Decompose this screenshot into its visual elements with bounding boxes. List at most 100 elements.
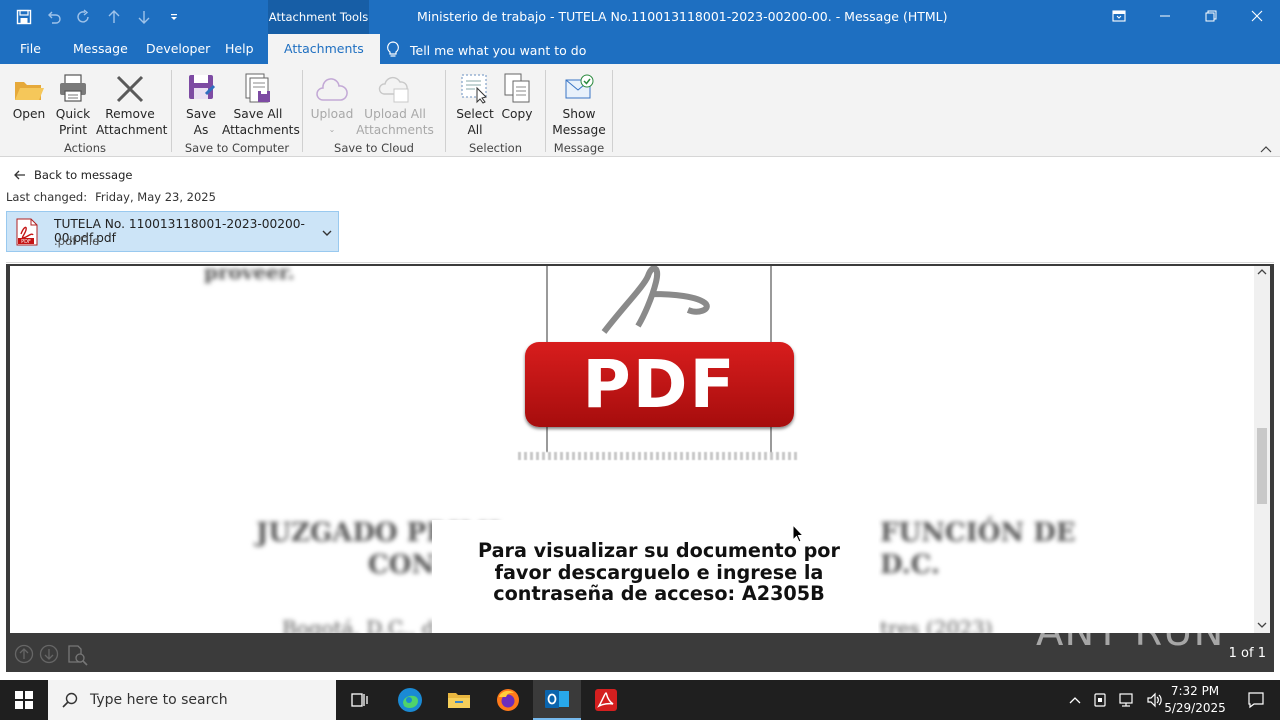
- quick-print-label-2: Print: [58, 123, 88, 137]
- taskbar-outlook[interactable]: [533, 680, 581, 720]
- group-label-save-computer: Save to Computer: [184, 141, 290, 155]
- show-message-icon: [565, 74, 594, 99]
- folder-icon: [448, 693, 470, 708]
- device-icon[interactable]: [1092, 692, 1108, 708]
- taskbar-search[interactable]: Type here to search: [48, 680, 336, 720]
- attachment-type: .pdf File: [54, 234, 100, 248]
- tab-developer[interactable]: Developer: [146, 41, 210, 56]
- preview-scrollbar[interactable]: [1254, 266, 1270, 633]
- undo-icon[interactable]: [44, 7, 64, 27]
- scroll-up-icon[interactable]: [1257, 268, 1267, 279]
- remove-attachment-button[interactable]: Remove Attachment: [96, 70, 168, 138]
- tell-me-text: Tell me what you want to do: [410, 42, 587, 58]
- taskbar-acrobat[interactable]: [582, 680, 630, 720]
- clock-time: 7:32 PM: [1170, 684, 1220, 698]
- save-all-attachments-button[interactable]: Save All Attachments: [222, 70, 300, 138]
- group-separator: [302, 70, 303, 152]
- open-label: Open: [12, 107, 46, 121]
- pdf-file-icon: PDF: [15, 218, 39, 249]
- start-button[interactable]: [0, 680, 48, 720]
- pdf-page: proveer. JUZGADO PRIMI CONC FUNCIÓN DE D…: [10, 266, 1254, 633]
- tab-file[interactable]: File: [20, 41, 41, 56]
- redo-icon[interactable]: [74, 7, 94, 27]
- notifications-button[interactable]: [1232, 680, 1280, 720]
- copy-button[interactable]: Copy: [499, 70, 535, 122]
- tab-attachments[interactable]: Attachments: [268, 34, 380, 64]
- taskbar-file-explorer[interactable]: [435, 680, 483, 720]
- outlook-icon: [545, 690, 569, 708]
- save-as-label-2: As: [193, 123, 209, 137]
- remove-label-2: Attachment: [96, 123, 168, 137]
- windows-logo-icon: [15, 691, 33, 709]
- upload-button[interactable]: Upload ⌄: [310, 70, 354, 138]
- find-icon[interactable]: [66, 644, 88, 669]
- restore-icon[interactable]: [1188, 0, 1234, 32]
- window-title: Ministerio de trabajo - TUTELA No.110013…: [417, 9, 948, 24]
- edge-icon: [398, 688, 422, 712]
- password-message: Para visualizar su documento por favor d…: [478, 539, 840, 605]
- select-all-icon: [461, 74, 487, 104]
- network-icon[interactable]: [1118, 692, 1136, 708]
- cloud-upload-icon: [378, 76, 409, 103]
- chevron-up-icon[interactable]: [1068, 695, 1082, 705]
- tab-help[interactable]: Help: [225, 41, 254, 56]
- pdf-label-banner: PDF: [525, 342, 794, 427]
- title-bar: Attachment Tools Ministerio de trabajo -…: [0, 0, 1280, 34]
- group-separator: [445, 70, 446, 152]
- taskbar-clock[interactable]: 7:32 PM 5/29/2025: [1160, 683, 1230, 717]
- quick-print-button[interactable]: Quick Print: [52, 70, 94, 138]
- show-message-button[interactable]: Show Message: [552, 70, 606, 138]
- remove-label-1: Remove: [105, 107, 155, 121]
- group-label-selection: Selection: [469, 141, 522, 155]
- firefox-icon: [497, 689, 519, 711]
- next-page-icon[interactable]: [39, 644, 59, 667]
- taskbar-edge[interactable]: [386, 680, 434, 720]
- notification-icon: [1248, 692, 1264, 709]
- taskbar-firefox[interactable]: [484, 680, 532, 720]
- scroll-down-icon[interactable]: [1257, 621, 1267, 632]
- select-all-label-1: Select: [456, 107, 494, 121]
- save-as-label-1: Save: [186, 107, 216, 121]
- collapse-ribbon-icon[interactable]: [1260, 142, 1272, 156]
- task-view-icon: [351, 693, 368, 707]
- close-icon[interactable]: [1234, 0, 1280, 32]
- down-arrow-icon[interactable]: [134, 7, 154, 27]
- watermark-text: ANY RUN: [1036, 609, 1225, 655]
- attachment-card[interactable]: PDF TUTELA No. 110013118001-2023-00200-0…: [6, 211, 339, 252]
- save-all-icon: [245, 73, 270, 103]
- blurred-text: proveer.: [204, 266, 295, 284]
- select-all-label-2: All: [467, 123, 483, 137]
- search-placeholder: Type here to search: [90, 692, 228, 708]
- tell-me-box[interactable]: Tell me what you want to do: [386, 41, 586, 59]
- ribbon-display-options-icon[interactable]: [1096, 0, 1142, 32]
- save-icon[interactable]: [14, 7, 34, 27]
- taskbar: Type here to search 7:32 PM 5/29/2025: [0, 680, 1280, 720]
- blurred-text: Bogotá, D.C., d: [282, 616, 435, 633]
- scroll-thumb[interactable]: [1257, 428, 1267, 504]
- up-arrow-icon[interactable]: [104, 7, 124, 27]
- clock-date: 5/29/2025: [1164, 701, 1226, 715]
- copy-label: Copy: [501, 107, 533, 121]
- blurred-text: FUNCIÓN DE: [880, 518, 1076, 548]
- open-button[interactable]: Open: [10, 70, 48, 122]
- back-to-message-link[interactable]: Back to message: [14, 168, 132, 182]
- svg-text:PDF: PDF: [21, 239, 31, 245]
- show-message-label-2: Message: [552, 123, 606, 137]
- tab-message[interactable]: Message: [73, 41, 128, 56]
- task-view-button[interactable]: [336, 680, 384, 720]
- save-as-button[interactable]: Save As: [182, 70, 220, 138]
- select-all-button[interactable]: Select All: [454, 70, 496, 138]
- chevron-down-icon[interactable]: [322, 226, 332, 240]
- remove-x-icon: [116, 75, 144, 103]
- ribbon-tabs: File Message Developer Help Attachments …: [0, 34, 1280, 64]
- minimize-icon[interactable]: [1142, 0, 1188, 32]
- system-tray: [1068, 680, 1164, 720]
- quick-access-toolbar: [14, 7, 184, 27]
- acrobat-icon: [595, 689, 617, 711]
- last-changed: Last changed: Friday, May 23, 2025: [6, 190, 216, 204]
- customize-qat-icon[interactable]: [164, 7, 184, 27]
- save-as-icon: [189, 75, 216, 99]
- previous-page-icon[interactable]: [14, 644, 34, 667]
- group-separator: [171, 70, 172, 152]
- window-controls: [1096, 0, 1280, 32]
